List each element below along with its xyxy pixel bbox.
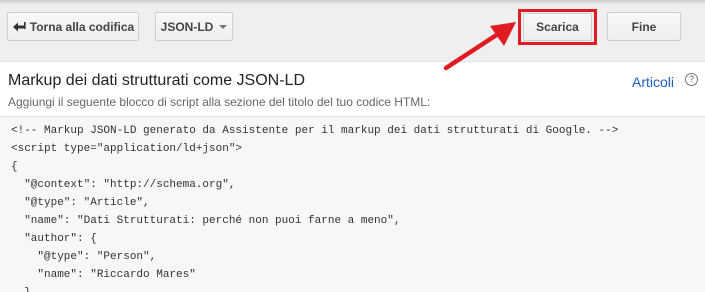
- page-title: Markup dei dati strutturati come JSON-LD: [8, 72, 305, 89]
- code-line: "@type": "Person",: [11, 251, 157, 263]
- code-line: <script type="application/ld+json">: [11, 143, 243, 155]
- done-button[interactable]: Fine: [607, 12, 681, 41]
- caret-down-icon: [219, 24, 228, 29]
- help-icon[interactable]: ?: [685, 73, 698, 86]
- code-line: "@type": "Article",: [11, 197, 150, 209]
- code-line: "name": "Dati Strutturati: perché non pu…: [11, 215, 401, 227]
- code-line: {: [11, 161, 18, 173]
- back-arrow-icon: [12, 21, 26, 31]
- code-line: "@context": "http://schema.org",: [11, 179, 236, 191]
- code-line: }: [11, 287, 31, 292]
- code-block: <!-- Markup JSON-LD generato da Assisten…: [0, 116, 705, 292]
- code-line: "name": "Riccardo Mares": [11, 269, 196, 281]
- page-subtitle: Aggiungi il seguente blocco di script al…: [8, 95, 431, 109]
- toolbar: Torna alla codifica JSON-LD Scarica Fine: [0, 0, 705, 62]
- toolbar-shadow: [0, 0, 705, 5]
- back-button-label: Torna alla codifica: [29, 19, 135, 34]
- annotation-arrow-icon: [443, 22, 516, 71]
- format-dropdown-label: JSON-LD: [160, 19, 214, 34]
- back-to-tagging-button[interactable]: Torna alla codifica: [7, 12, 139, 41]
- download-button[interactable]: Scarica: [523, 13, 592, 41]
- format-dropdown[interactable]: JSON-LD: [155, 12, 233, 41]
- done-button-label: Fine: [631, 19, 657, 34]
- code-line: <!-- Markup JSON-LD generato da Assisten…: [11, 125, 619, 137]
- document-type-link[interactable]: Articoli: [632, 74, 674, 90]
- code-line: "author": {: [11, 233, 97, 245]
- download-button-label: Scarica: [536, 20, 579, 34]
